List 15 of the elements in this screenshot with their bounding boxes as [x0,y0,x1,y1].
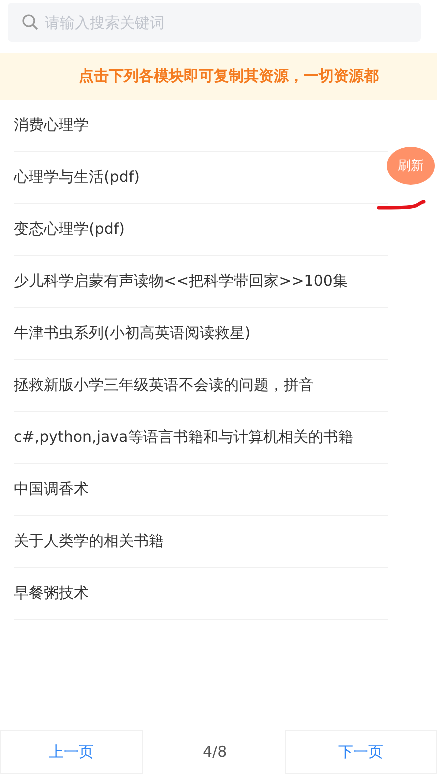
page-indicator: 4/8 [203,743,228,761]
resource-item[interactable]: 拯救新版小学三年级英语不会读的问题，拼音 [14,376,314,395]
notice-text: 点击下列各模块即可复制其资源，一切资源都 [79,67,379,86]
resource-item[interactable]: 早餐粥技术 [14,584,89,603]
previous-page-button[interactable]: 上一页 [0,730,143,774]
resource-item[interactable]: 心理学与生活(pdf) [14,168,140,187]
next-page-button[interactable]: 下一页 [285,730,437,774]
resource-item[interactable]: 牛津书虫系列(小初高英语阅读救星) [14,324,251,343]
resource-item[interactable]: 关于人类学的相关书籍 [14,532,164,551]
resource-item[interactable]: c#,python,java等语言书籍和与计算机相关的书籍 [14,428,354,447]
resource-item[interactable]: 少儿科学启蒙有声读物<<把科学带回家>>100集 [14,272,348,291]
resource-item[interactable]: 变态心理学(pdf) [14,220,126,239]
resource-item[interactable]: 消费心理学 [14,116,89,135]
underline-mark [376,198,428,212]
resource-item[interactable]: 中国调香术 [14,480,89,499]
